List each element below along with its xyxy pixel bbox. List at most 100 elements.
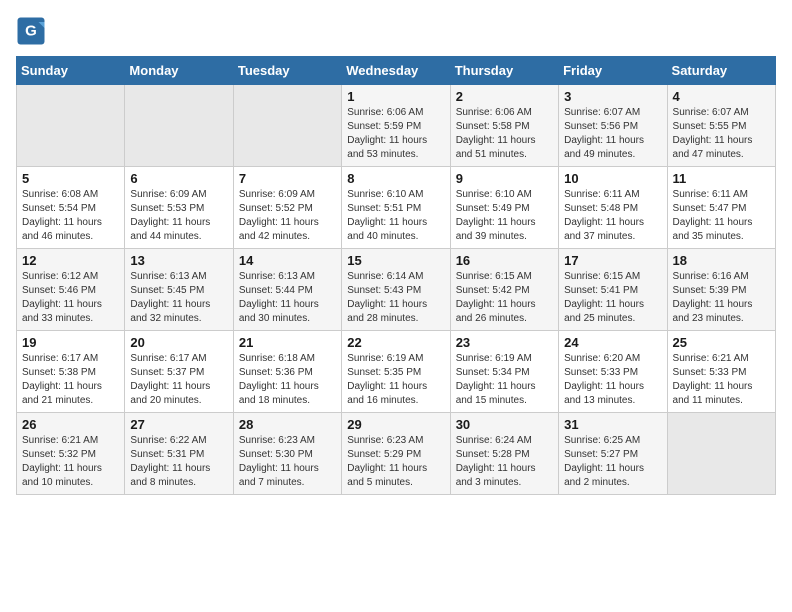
day-info: Sunrise: 6:22 AMSunset: 5:31 PMDaylight:… (130, 434, 227, 490)
day-info: Sunrise: 6:06 AMSunset: 5:58 PMDaylight:… (456, 106, 553, 162)
calendar-cell: 2 Sunrise: 6:06 AMSunset: 5:58 PMDaylight… (450, 85, 558, 167)
day-number: 30 (456, 417, 553, 432)
calendar-cell: 3 Sunrise: 6:07 AMSunset: 5:56 PMDaylight… (559, 85, 667, 167)
day-number: 29 (347, 417, 444, 432)
day-info: Sunrise: 6:14 AMSunset: 5:43 PMDaylight:… (347, 270, 444, 326)
day-info: Sunrise: 6:06 AMSunset: 5:59 PMDaylight:… (347, 106, 444, 162)
week-row-5: 26 Sunrise: 6:21 AMSunset: 5:32 PMDayligh… (17, 413, 776, 495)
calendar-cell: 10Sunrise: 6:11 AMSunset: 5:48 PMDayligh… (559, 167, 667, 249)
day-number: 12 (22, 253, 119, 268)
day-number: 2 (456, 89, 553, 104)
day-info: Sunrise: 6:13 AMSunset: 5:45 PMDaylight:… (130, 270, 227, 326)
day-number: 23 (456, 335, 553, 350)
calendar-cell (233, 85, 341, 167)
weekday-header-tuesday: Tuesday (233, 57, 341, 85)
day-number: 5 (22, 171, 119, 186)
calendar-cell: 27 Sunrise: 6:22 AMSunset: 5:31 PMDayligh… (125, 413, 233, 495)
weekday-header-monday: Monday (125, 57, 233, 85)
calendar-cell: 22 Sunrise: 6:19 AMSunset: 5:35 PMDayligh… (342, 331, 450, 413)
calendar-cell: 1 Sunrise: 6:06 AMSunset: 5:59 PMDaylight… (342, 85, 450, 167)
day-number: 16 (456, 253, 553, 268)
day-number: 19 (22, 335, 119, 350)
week-row-4: 19 Sunrise: 6:17 AMSunset: 5:38 PMDayligh… (17, 331, 776, 413)
day-number: 21 (239, 335, 336, 350)
logo: G (16, 16, 50, 46)
day-number: 1 (347, 89, 444, 104)
weekday-header-sunday: Sunday (17, 57, 125, 85)
day-number: 6 (130, 171, 227, 186)
day-info: Sunrise: 6:19 AMSunset: 5:34 PMDaylight:… (456, 352, 553, 408)
header: G (16, 16, 776, 46)
day-number: 24 (564, 335, 661, 350)
day-info: Sunrise: 6:19 AMSunset: 5:35 PMDaylight:… (347, 352, 444, 408)
calendar-cell: 8 Sunrise: 6:10 AMSunset: 5:51 PMDaylight… (342, 167, 450, 249)
day-number: 31 (564, 417, 661, 432)
day-info: Sunrise: 6:23 AMSunset: 5:30 PMDaylight:… (239, 434, 336, 490)
calendar-cell: 7Sunrise: 6:09 AMSunset: 5:52 PMDaylight… (233, 167, 341, 249)
day-info: Sunrise: 6:10 AMSunset: 5:51 PMDaylight:… (347, 188, 444, 244)
calendar-cell: 9 Sunrise: 6:10 AMSunset: 5:49 PMDaylight… (450, 167, 558, 249)
week-row-2: 5 Sunrise: 6:08 AMSunset: 5:54 PMDaylight… (17, 167, 776, 249)
day-info: Sunrise: 6:08 AMSunset: 5:54 PMDaylight:… (22, 188, 119, 244)
calendar: SundayMondayTuesdayWednesdayThursdayFrid… (16, 56, 776, 495)
day-info: Sunrise: 6:11 AMSunset: 5:47 PMDaylight:… (673, 188, 770, 244)
calendar-cell (125, 85, 233, 167)
calendar-cell: 31 Sunrise: 6:25 AMSunset: 5:27 PMDayligh… (559, 413, 667, 495)
calendar-cell: 16 Sunrise: 6:15 AMSunset: 5:42 PMDayligh… (450, 249, 558, 331)
weekday-header-wednesday: Wednesday (342, 57, 450, 85)
day-number: 15 (347, 253, 444, 268)
day-number: 9 (456, 171, 553, 186)
calendar-cell: 26 Sunrise: 6:21 AMSunset: 5:32 PMDayligh… (17, 413, 125, 495)
day-info: Sunrise: 6:18 AMSunset: 5:36 PMDaylight:… (239, 352, 336, 408)
day-number: 4 (673, 89, 770, 104)
day-number: 10 (564, 171, 661, 186)
day-number: 20 (130, 335, 227, 350)
day-info: Sunrise: 6:17 AMSunset: 5:38 PMDaylight:… (22, 352, 119, 408)
calendar-cell (667, 413, 775, 495)
day-info: Sunrise: 6:21 AMSunset: 5:33 PMDaylight:… (673, 352, 770, 408)
logo-icon: G (16, 16, 46, 46)
calendar-cell (17, 85, 125, 167)
calendar-cell: 15 Sunrise: 6:14 AMSunset: 5:43 PMDayligh… (342, 249, 450, 331)
day-number: 13 (130, 253, 227, 268)
day-number: 26 (22, 417, 119, 432)
day-info: Sunrise: 6:25 AMSunset: 5:27 PMDaylight:… (564, 434, 661, 490)
day-info: Sunrise: 6:07 AMSunset: 5:56 PMDaylight:… (564, 106, 661, 162)
calendar-cell: 20 Sunrise: 6:17 AMSunset: 5:37 PMDayligh… (125, 331, 233, 413)
calendar-cell: 19 Sunrise: 6:17 AMSunset: 5:38 PMDayligh… (17, 331, 125, 413)
calendar-cell: 24 Sunrise: 6:20 AMSunset: 5:33 PMDayligh… (559, 331, 667, 413)
weekday-header-friday: Friday (559, 57, 667, 85)
day-number: 28 (239, 417, 336, 432)
day-info: Sunrise: 6:09 AMSunset: 5:53 PMDaylight:… (130, 188, 227, 244)
day-number: 22 (347, 335, 444, 350)
day-number: 3 (564, 89, 661, 104)
calendar-cell: 4 Sunrise: 6:07 AMSunset: 5:55 PMDaylight… (667, 85, 775, 167)
day-number: 11 (673, 171, 770, 186)
weekday-header-thursday: Thursday (450, 57, 558, 85)
day-number: 18 (673, 253, 770, 268)
calendar-cell: 6 Sunrise: 6:09 AMSunset: 5:53 PMDaylight… (125, 167, 233, 249)
day-info: Sunrise: 6:13 AMSunset: 5:44 PMDaylight:… (239, 270, 336, 326)
day-info: Sunrise: 6:24 AMSunset: 5:28 PMDaylight:… (456, 434, 553, 490)
day-info: Sunrise: 6:21 AMSunset: 5:32 PMDaylight:… (22, 434, 119, 490)
day-info: Sunrise: 6:15 AMSunset: 5:42 PMDaylight:… (456, 270, 553, 326)
calendar-cell: 13 Sunrise: 6:13 AMSunset: 5:45 PMDayligh… (125, 249, 233, 331)
svg-text:G: G (25, 23, 37, 40)
calendar-cell: 28 Sunrise: 6:23 AMSunset: 5:30 PMDayligh… (233, 413, 341, 495)
day-number: 8 (347, 171, 444, 186)
calendar-cell: 18 Sunrise: 6:16 AMSunset: 5:39 PMDayligh… (667, 249, 775, 331)
calendar-cell: 23 Sunrise: 6:19 AMSunset: 5:34 PMDayligh… (450, 331, 558, 413)
calendar-cell: 12Sunrise: 6:12 AMSunset: 5:46 PMDayligh… (17, 249, 125, 331)
day-number: 27 (130, 417, 227, 432)
day-info: Sunrise: 6:10 AMSunset: 5:49 PMDaylight:… (456, 188, 553, 244)
day-info: Sunrise: 6:20 AMSunset: 5:33 PMDaylight:… (564, 352, 661, 408)
calendar-cell: 14Sunrise: 6:13 AMSunset: 5:44 PMDayligh… (233, 249, 341, 331)
calendar-cell: 5 Sunrise: 6:08 AMSunset: 5:54 PMDaylight… (17, 167, 125, 249)
day-info: Sunrise: 6:16 AMSunset: 5:39 PMDaylight:… (673, 270, 770, 326)
calendar-cell: 30 Sunrise: 6:24 AMSunset: 5:28 PMDayligh… (450, 413, 558, 495)
calendar-cell: 25Sunrise: 6:21 AMSunset: 5:33 PMDayligh… (667, 331, 775, 413)
calendar-cell: 29Sunrise: 6:23 AMSunset: 5:29 PMDayligh… (342, 413, 450, 495)
day-info: Sunrise: 6:17 AMSunset: 5:37 PMDaylight:… (130, 352, 227, 408)
week-row-1: 1 Sunrise: 6:06 AMSunset: 5:59 PMDaylight… (17, 85, 776, 167)
day-info: Sunrise: 6:07 AMSunset: 5:55 PMDaylight:… (673, 106, 770, 162)
